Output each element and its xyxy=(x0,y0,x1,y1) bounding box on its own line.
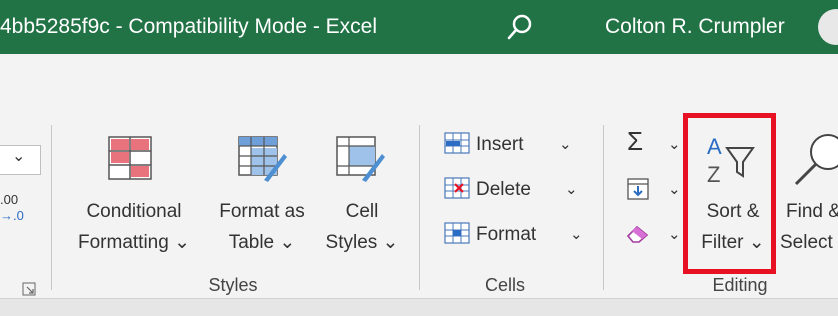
group-separator xyxy=(51,125,52,290)
decrease-decimal-icon[interactable]: .00 →.0 xyxy=(0,190,24,230)
clear-eraser-icon[interactable] xyxy=(625,222,651,244)
chevron-down-icon[interactable]: ⌄ xyxy=(668,179,681,201)
format-cells-icon xyxy=(444,222,470,244)
chevron-down-icon[interactable]: ⌄ xyxy=(668,134,681,156)
search-icon[interactable] xyxy=(505,12,535,42)
format-label[interactable]: Format xyxy=(476,224,536,246)
cells-group-label: Cells xyxy=(484,275,526,295)
conditional-formatting-label-2[interactable]: Formatting ⌄ xyxy=(78,232,190,254)
dialog-launcher-icon[interactable] xyxy=(22,282,36,296)
autosum-icon[interactable]: Σ xyxy=(627,128,643,154)
insert-cells-icon xyxy=(444,132,470,154)
styles-group-label: Styles xyxy=(208,275,258,295)
sort-filter-highlight xyxy=(683,113,776,274)
number-format-dropdown[interactable]: ⌄ xyxy=(0,145,41,175)
window-title: 4bb5285f9c - Compatibility Mode - Excel xyxy=(0,15,378,38)
format-as-table-icon xyxy=(238,136,287,182)
group-separator xyxy=(603,125,604,290)
delete-label[interactable]: Delete xyxy=(476,179,531,201)
chevron-down-icon[interactable]: ⌄ xyxy=(570,224,583,246)
svg-text:→.0: →.0 xyxy=(0,208,24,223)
find-select-label-2[interactable]: Select xyxy=(780,232,833,254)
cell-styles-label[interactable]: Cell xyxy=(346,201,379,223)
fill-down-icon[interactable] xyxy=(627,178,649,200)
insert-label[interactable]: Insert xyxy=(476,134,524,156)
svg-text:.00: .00 xyxy=(0,192,18,207)
cell-styles-label-2[interactable]: Styles ⌄ xyxy=(326,232,399,254)
title-bar: 4bb5285f9c - Compatibility Mode - Excel … xyxy=(0,0,838,54)
chevron-down-icon[interactable]: ⌄ xyxy=(668,224,681,246)
group-separator xyxy=(419,125,420,290)
format-as-table-label[interactable]: Format as xyxy=(219,201,305,223)
chevron-down-icon: ⌄ xyxy=(12,148,26,165)
conditional-formatting-icon xyxy=(108,136,152,180)
format-as-table-label-2[interactable]: Table ⌄ xyxy=(229,232,296,254)
conditional-formatting-label[interactable]: Conditional xyxy=(86,201,181,223)
find-select-label[interactable]: Find & xyxy=(786,201,838,223)
formula-area xyxy=(0,299,838,316)
cell-styles-icon xyxy=(336,136,385,182)
chevron-down-icon[interactable]: ⌄ xyxy=(559,134,572,156)
delete-cells-icon xyxy=(444,177,470,199)
editing-group-label: Editing xyxy=(712,275,768,295)
user-name[interactable]: Colton R. Crumpler xyxy=(605,0,785,54)
avatar[interactable] xyxy=(818,9,838,45)
chevron-down-icon[interactable]: ⌄ xyxy=(565,179,578,201)
find-select-icon xyxy=(794,134,838,186)
